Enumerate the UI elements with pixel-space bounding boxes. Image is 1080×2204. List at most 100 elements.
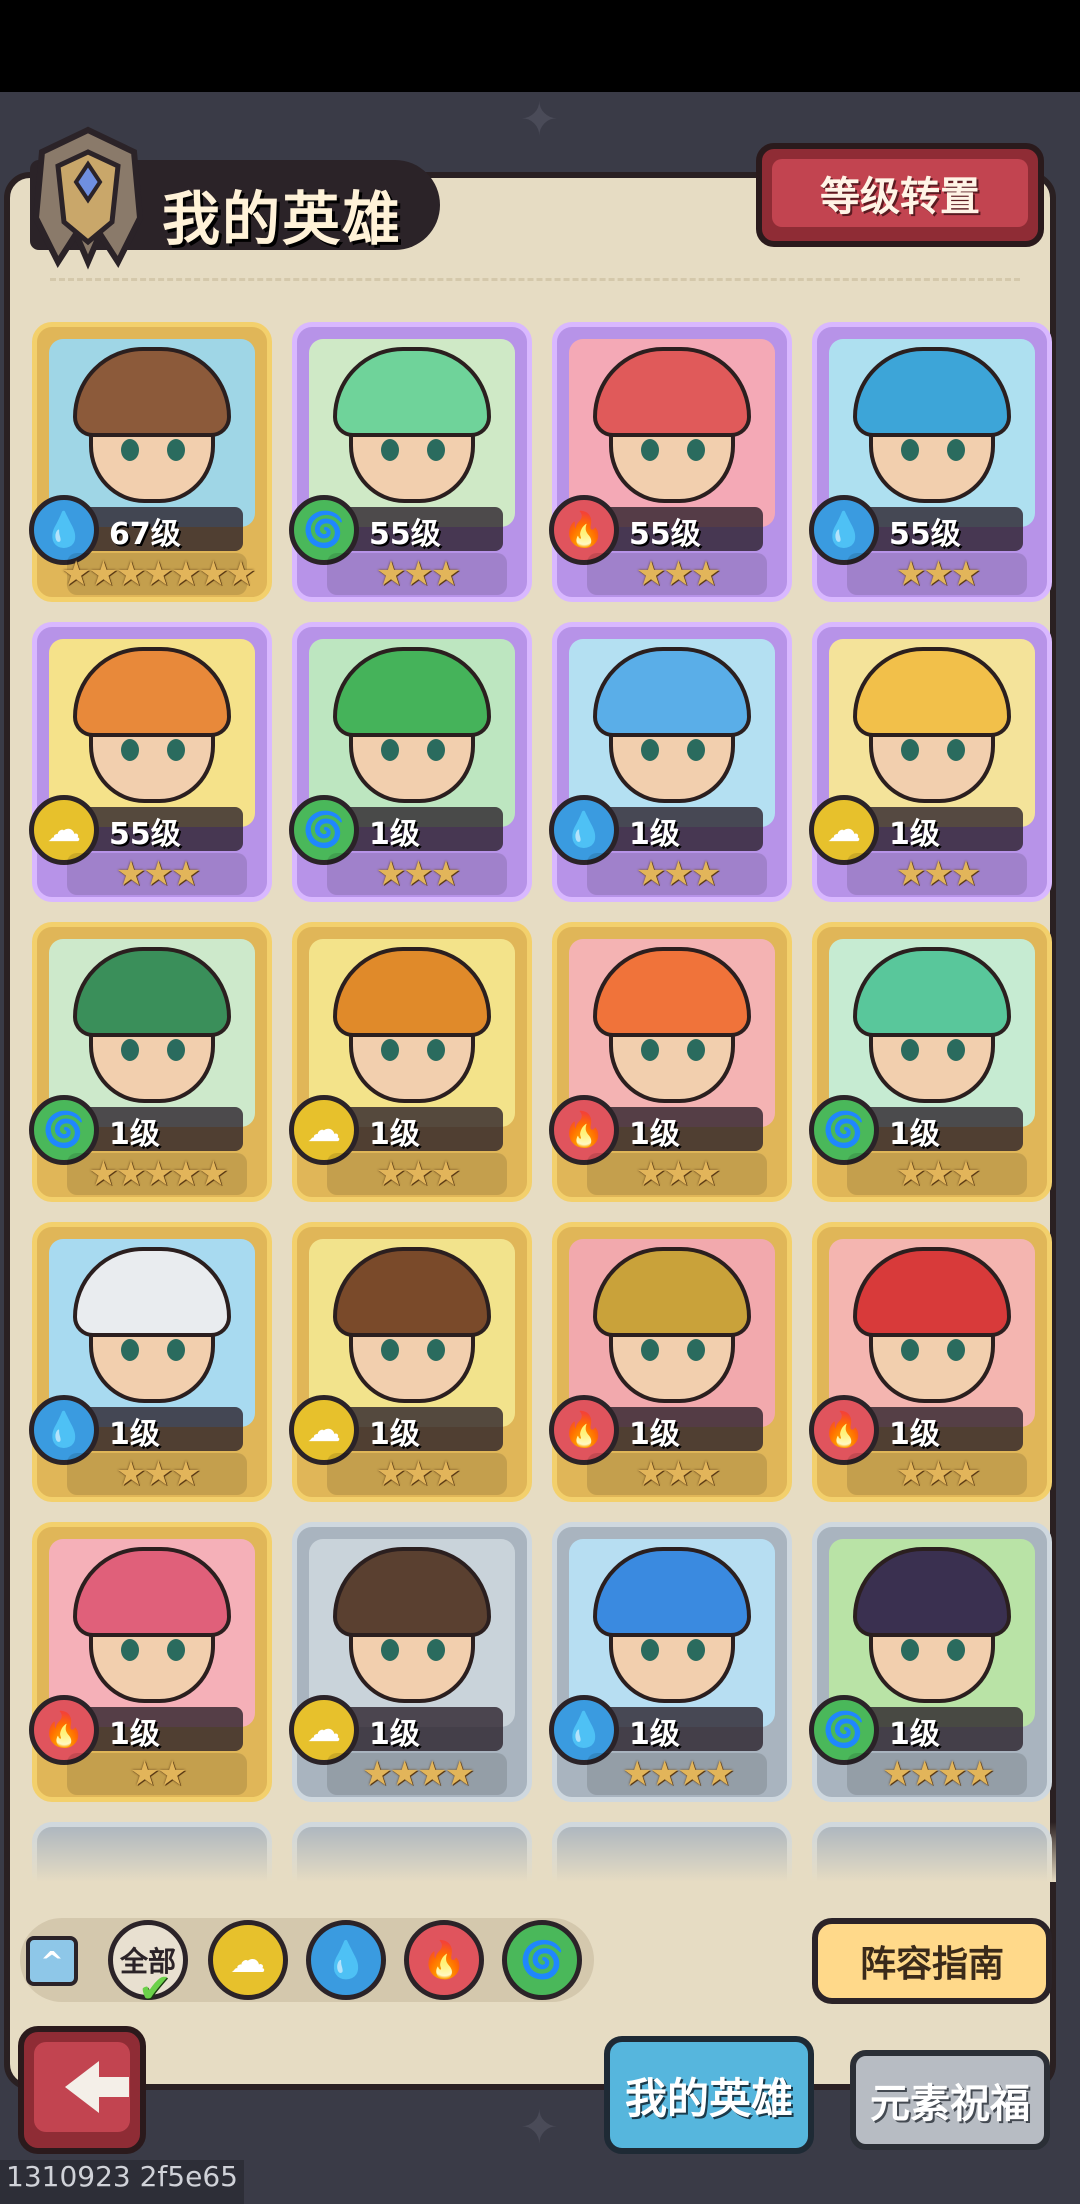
hero-eye (947, 1339, 965, 1361)
hero-hair (333, 647, 491, 737)
star-rating: ★★★ (895, 1454, 981, 1494)
star-bar: ★★★★ (587, 1753, 767, 1795)
hero-card[interactable]: 1级 🔥 ★★★ (549, 922, 792, 1202)
hero-card[interactable]: 1级 🌀 ★★★★★ (29, 922, 272, 1202)
hero-eye (427, 1039, 445, 1061)
hero-level: 55级 (369, 517, 441, 552)
page-title: 我的英雄 (162, 185, 403, 253)
star-rating: ★★★ (635, 554, 721, 594)
hero-hair (73, 347, 231, 437)
helmet-icon (32, 126, 144, 270)
decor-star: ✦ (520, 92, 559, 146)
filter-fire-button[interactable]: 🔥 (404, 1920, 484, 2000)
star-rating: ★★★★ (882, 1754, 995, 1794)
hero-card[interactable]: 1级 ☁ ★★★★ (289, 1522, 532, 1802)
filter-earth-button[interactable]: ☁ (208, 1920, 288, 2000)
hero-hair (593, 347, 751, 437)
star-bar: ★★★★ (327, 1753, 507, 1795)
level-bar (863, 1407, 1023, 1451)
hero-card[interactable]: 55级 🌀 ★★★ (289, 322, 532, 602)
star-bar: ★★★ (587, 1153, 767, 1195)
hero-eye (381, 739, 399, 761)
hero-card[interactable]: 1级 🔥 ★★ (29, 1522, 272, 1802)
hero-hair (593, 947, 751, 1037)
hero-card[interactable]: 1级 ☁ ★★★ (289, 922, 532, 1202)
hero-hair (593, 1547, 751, 1637)
hero-card[interactable]: 1级 ☁ ★★★ (809, 622, 1052, 902)
filter-water-button[interactable]: 💧 (306, 1920, 386, 2000)
hero-card[interactable]: 55级 💧 ★★★ (809, 322, 1052, 602)
hero-hair (333, 347, 491, 437)
hero-eye (427, 439, 445, 461)
level-transfer-button[interactable]: 等级转置 (756, 143, 1044, 247)
hero-hair (73, 1547, 231, 1637)
hero-card[interactable]: 1级 ☁ ★★★ (289, 1222, 532, 1502)
hero-eye (121, 1639, 139, 1661)
hero-card[interactable]: 1级 🔥 ★★★ (809, 1222, 1052, 1502)
hero-level: 55级 (109, 817, 181, 852)
hero-eye (687, 1039, 705, 1061)
level-bar (343, 807, 503, 851)
hero-hair (73, 1247, 231, 1337)
lineup-guide-button[interactable]: 阵容指南 (812, 1918, 1052, 2004)
hero-eye (687, 1339, 705, 1361)
hero-eye (687, 439, 705, 461)
hero-card[interactable]: 1级 💧 ★★★ (549, 622, 792, 902)
star-rating: ★★★ (375, 1454, 461, 1494)
hero-level: 1级 (369, 1417, 420, 1452)
hero-eye (427, 739, 445, 761)
star-bar: ★★★ (847, 1153, 1027, 1195)
back-button[interactable] (18, 2026, 146, 2154)
hero-level: 1级 (369, 1717, 420, 1752)
hero-card[interactable]: 1级 🌀 ★★★ (809, 922, 1052, 1202)
version-label: 1310923 2f5e65 (0, 2160, 244, 2204)
status-bar (0, 0, 1080, 92)
hero-eye (167, 1339, 185, 1361)
star-bar: ★★★ (847, 553, 1027, 595)
level-bar (343, 1407, 503, 1451)
hero-eye (901, 1639, 919, 1661)
hero-eye (947, 1639, 965, 1661)
star-rating: ★★★ (115, 854, 201, 894)
star-bar: ★★★ (587, 1453, 767, 1495)
hero-level: 1级 (369, 1117, 420, 1152)
hero-level: 1级 (369, 817, 420, 852)
level-bar (863, 1707, 1023, 1751)
hero-level: 55级 (889, 517, 961, 552)
hero-card[interactable]: 1级 🔥 ★★★ (549, 1222, 792, 1502)
hero-hair (333, 1547, 491, 1637)
hero-card[interactable]: 55级 ☁ ★★★ (29, 622, 272, 902)
tab-my-heroes[interactable]: 我的英雄 (604, 2036, 814, 2154)
star-rating: ★★★ (115, 1454, 201, 1494)
star-rating: ★★★ (375, 554, 461, 594)
hero-eye (901, 1339, 919, 1361)
star-rating: ★★★ (895, 554, 981, 594)
star-bar: ★★★ (847, 1453, 1027, 1495)
hero-card[interactable]: 1级 💧 ★★★★ (549, 1522, 792, 1802)
level-bar (83, 1707, 243, 1751)
star-rating: ★★★★ (622, 1754, 735, 1794)
hero-grid: 67级 💧 ★★★★★★★ 55级 🌀 ★★★ 55级 🔥 ★★★ 55级 💧 ★★★ 55级 ☁ ★★★ 1… (26, 322, 1056, 1882)
star-bar: ★★★ (327, 853, 507, 895)
hero-hair (853, 647, 1011, 737)
hero-card[interactable]: 67级 💧 ★★★★★★★ (29, 322, 272, 602)
star-bar: ★★★ (587, 553, 767, 595)
star-bar: ★★★ (587, 853, 767, 895)
level-bar (603, 1107, 763, 1151)
hero-eye (427, 1339, 445, 1361)
star-rating: ★★★ (895, 854, 981, 894)
level-bar (603, 1407, 763, 1451)
hero-eye (121, 1039, 139, 1061)
hero-card[interactable]: 1级 💧 ★★★ (29, 1222, 272, 1502)
hero-eye (641, 1639, 659, 1661)
level-transfer-label: 等级转置 (772, 159, 1028, 227)
collapse-filter-button[interactable]: ^ (26, 1936, 78, 1986)
hero-eye (167, 1039, 185, 1061)
tab-element-blessing[interactable]: 元素祝福 (850, 2050, 1050, 2150)
hero-eye (687, 739, 705, 761)
earth-element-icon: ☁ (230, 1939, 266, 1981)
filter-wind-button[interactable]: 🌀 (502, 1920, 582, 2000)
hero-card[interactable]: 55级 🔥 ★★★ (549, 322, 792, 602)
hero-card[interactable]: 1级 🌀 ★★★ (289, 622, 532, 902)
hero-card[interactable]: 1级 🌀 ★★★★ (809, 1522, 1052, 1802)
